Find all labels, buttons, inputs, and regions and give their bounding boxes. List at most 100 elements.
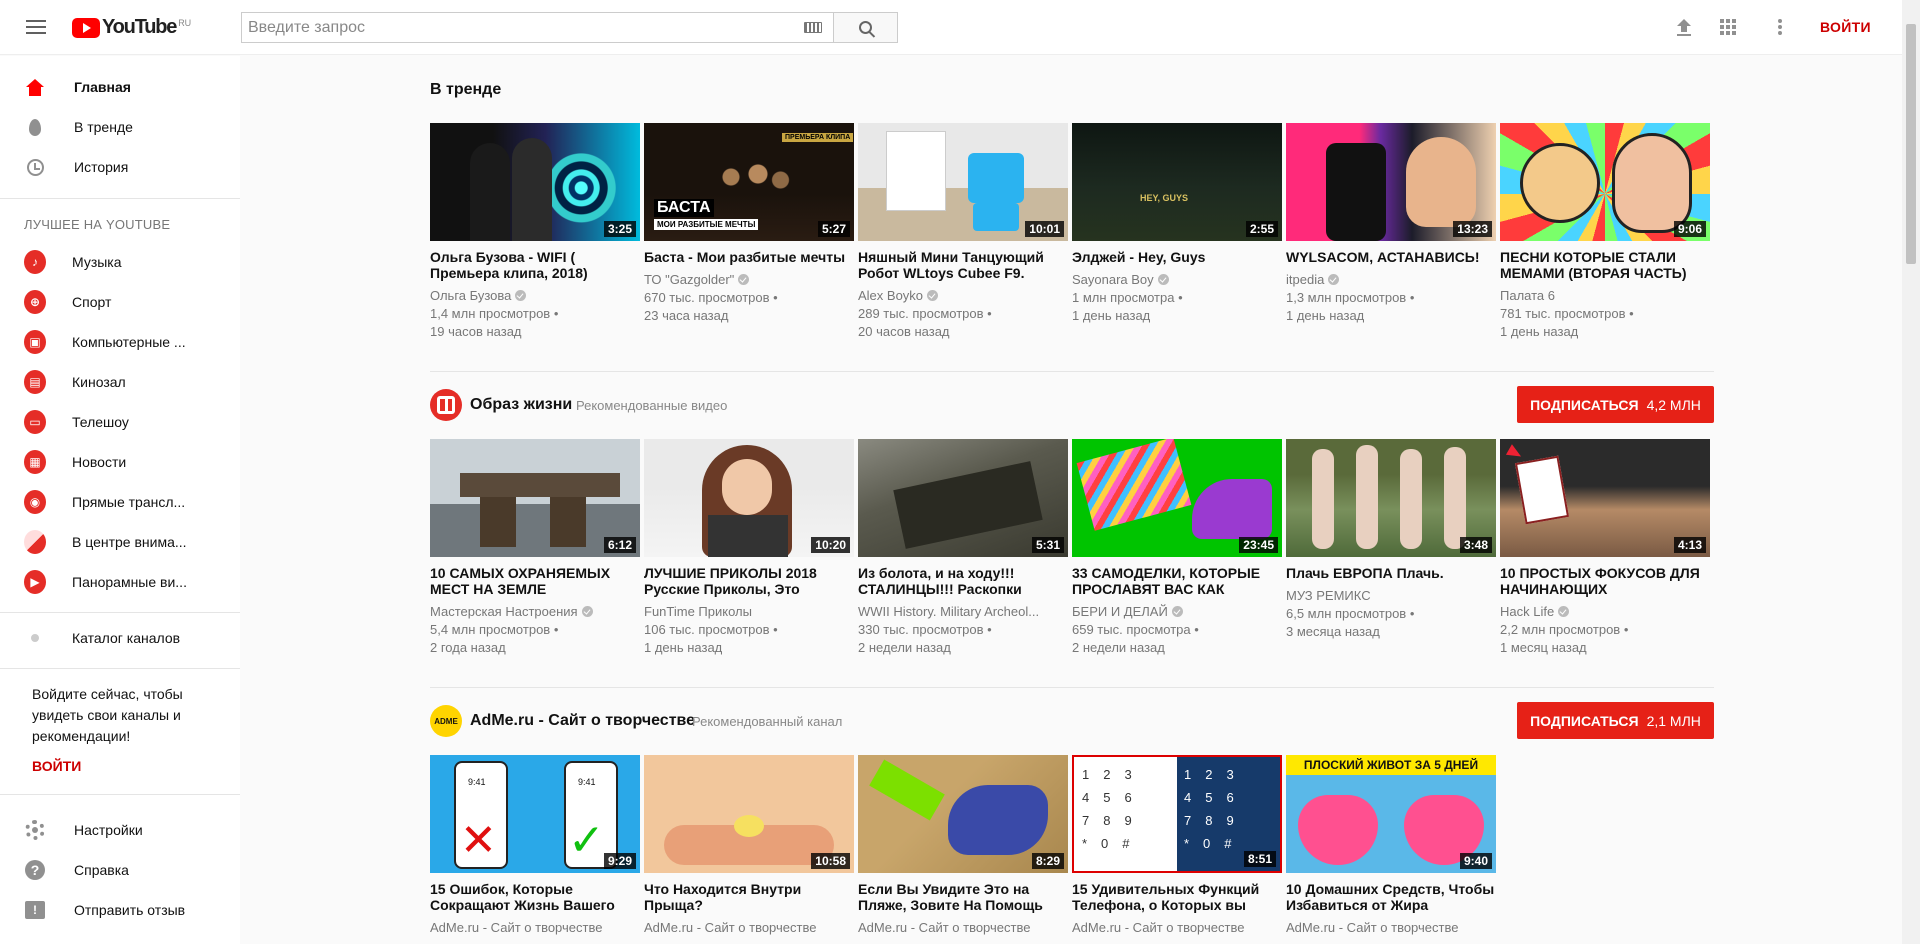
video-card[interactable]: 10:20 ЛУЧШИЕ ПРИКОЛЫ 2018 Русские Прикол… — [644, 439, 854, 657]
channel-avatar[interactable] — [430, 389, 462, 421]
video-card[interactable]: 9:41 9:41 ✕ ✓ 9:29 15 Ошибок, Которые Со… — [430, 755, 640, 937]
video-card[interactable]: HEY, GUYS 2:55 Элджей - Hey, Guys Sayona… — [1072, 123, 1282, 325]
sidebar-item-sport[interactable]: ⊕ Спорт — [0, 282, 240, 322]
channel-name[interactable]: AdMe.ru - Сайт о творчестве — [858, 920, 1030, 935]
keyboard-icon[interactable] — [804, 22, 822, 33]
sidebar-item-news[interactable]: ▦ Новости — [0, 442, 240, 482]
video-thumbnail[interactable]: 23:45 — [1072, 439, 1282, 557]
video-card[interactable]: 3:48 Плачь ЕВРОПА Плачь. МУЗ РЕМИКС 6,5 … — [1286, 439, 1496, 641]
channel-name[interactable]: Sayonara Boy — [1072, 272, 1154, 287]
video-thumbnail[interactable]: ПРЕМЬЕРА КЛИПА БАСТА МОИ РАЗБИТЫЕ МЕЧТЫ … — [644, 123, 854, 241]
sidebar-signin-link[interactable]: ВОЙТИ — [32, 758, 81, 774]
video-thumbnail[interactable]: 5:31 — [858, 439, 1068, 557]
video-card[interactable]: 13:23 WYLSACOM, АСТАНАВИСЬ! itpedia 1,3 … — [1286, 123, 1496, 325]
channel-name[interactable]: FunTime Приколы — [644, 604, 752, 619]
video-card[interactable]: 123 456 789 *0# 123 456 789 *0# 8:51 15 Удивит… — [1072, 755, 1282, 937]
sidebar-item-help[interactable]: ? Справка — [0, 850, 240, 890]
channel-name[interactable]: AdMe.ru - Сайт о творчестве — [1072, 920, 1244, 935]
video-thumbnail[interactable]: 3:48 — [1286, 439, 1496, 557]
subscribe-button[interactable]: ПОДПИСАТЬСЯ 4,2 МЛН — [1517, 386, 1714, 423]
video-title[interactable]: ПЕСНИ КОТОРЫЕ СТАЛИ МЕМАМИ (ВТОРАЯ ЧАСТЬ… — [1500, 249, 1710, 281]
video-title[interactable]: Няшный Мини Танцующий Робот WLtoys Cubee… — [858, 249, 1068, 281]
video-title[interactable]: 10 Домашних Средств, Чтобы Избавиться от… — [1286, 881, 1496, 913]
video-title[interactable]: Если Вы Увидите Это на Пляже, Зовите На … — [858, 881, 1068, 913]
video-title[interactable]: 15 Ошибок, Которые Сокращают Жизнь Вашег… — [430, 881, 640, 913]
menu-icon[interactable] — [24, 17, 48, 37]
video-thumbnail[interactable]: 123 456 789 *0# 123 456 789 *0# 8:51 — [1072, 755, 1282, 873]
youtube-logo[interactable]: YouTube RU — [72, 16, 191, 39]
video-card[interactable]: 9:06 ПЕСНИ КОТОРЫЕ СТАЛИ МЕМАМИ (ВТОРАЯ … — [1500, 123, 1710, 341]
sidebar-item-gaming[interactable]: ▣ Компьютерные ... — [0, 322, 240, 362]
video-title[interactable]: 10 САМЫХ ОХРАНЯЕМЫХ МЕСТ НА ЗЕМЛЕ — [430, 565, 640, 597]
sidebar-item-catalog[interactable]: Каталог каналов — [0, 618, 240, 658]
video-title[interactable]: Элджей - Hey, Guys — [1072, 249, 1282, 265]
channel-name[interactable]: БЕРИ И ДЕЛАЙ — [1072, 604, 1168, 619]
channel-name[interactable]: itpedia — [1286, 272, 1324, 287]
video-thumbnail[interactable]: 10:01 — [858, 123, 1068, 241]
sidebar-item-feedback[interactable]: ! Отправить отзыв — [0, 890, 240, 930]
search-input[interactable] — [242, 13, 804, 42]
channel-name[interactable]: Мастерская Настроения — [430, 604, 578, 619]
sidebar-item-tv[interactable]: ▭ Телешоу — [0, 402, 240, 442]
video-title[interactable]: ЛУЧШИЕ ПРИКОЛЫ 2018 Русские Приколы, Это — [644, 565, 854, 597]
video-card[interactable]: 10:01 Няшный Мини Танцующий Робот WLtoys… — [858, 123, 1068, 341]
video-title[interactable]: 33 САМОДЕЛКИ, КОТОРЫЕ ПРОСЛАВЯТ ВАС КАК — [1072, 565, 1282, 597]
video-card[interactable]: 5:31 Из болота, и на ходу!!! СТАЛИНЦЫ!!!… — [858, 439, 1068, 657]
sidebar-item-home[interactable]: Главная — [0, 67, 240, 107]
video-title[interactable]: Плачь ЕВРОПА Плачь. — [1286, 565, 1496, 581]
video-thumbnail[interactable]: 9:41 9:41 ✕ ✓ 9:29 — [430, 755, 640, 873]
sidebar-item-settings[interactable]: Настройки — [0, 810, 240, 850]
shelf-title[interactable]: В тренде — [430, 81, 501, 99]
apps-grid-icon[interactable] — [1720, 19, 1736, 35]
channel-name[interactable]: Палата 6 — [1500, 288, 1555, 303]
channel-name[interactable]: AdMe.ru - Сайт о творчестве — [1286, 920, 1458, 935]
sidebar-item-trending[interactable]: В тренде — [0, 107, 240, 147]
channel-name[interactable]: Alex Boyko — [858, 288, 923, 303]
channel-name[interactable]: AdMe.ru - Сайт о творчестве — [430, 920, 602, 935]
subscribe-button[interactable]: ПОДПИСАТЬСЯ 2,1 МЛН — [1517, 702, 1714, 739]
video-thumbnail[interactable]: ПЛОСКИЙ ЖИВОТ ЗА 5 ДНЕЙ 9:40 — [1286, 755, 1496, 873]
video-thumbnail[interactable]: 8:29 — [858, 755, 1068, 873]
shelf-title[interactable]: Образ жизни — [470, 396, 572, 414]
video-title[interactable]: Баста - Мои разбитые мечты — [644, 249, 854, 265]
video-card[interactable]: ПРЕМЬЕРА КЛИПА БАСТА МОИ РАЗБИТЫЕ МЕЧТЫ … — [644, 123, 854, 325]
sidebar-item-music[interactable]: ♪ Музыка — [0, 242, 240, 282]
upload-icon[interactable] — [1672, 15, 1696, 39]
video-title[interactable]: Что Находится Внутри Прыща? — [644, 881, 854, 913]
video-card[interactable]: 6:12 10 САМЫХ ОХРАНЯЕМЫХ МЕСТ НА ЗЕМЛЕ М… — [430, 439, 640, 657]
page-scrollbar[interactable] — [1902, 0, 1920, 944]
search-button[interactable] — [833, 12, 898, 43]
video-thumbnail[interactable]: 4:13 — [1500, 439, 1710, 557]
video-card[interactable]: 23:45 33 САМОДЕЛКИ, КОТОРЫЕ ПРОСЛАВЯТ ВА… — [1072, 439, 1282, 657]
channel-name[interactable]: ТО "Gazgolder" — [644, 272, 734, 287]
sidebar-item-history[interactable]: История — [0, 147, 240, 187]
video-thumbnail[interactable]: 3:25 — [430, 123, 640, 241]
video-thumbnail[interactable]: 13:23 — [1286, 123, 1496, 241]
sidebar-item-live[interactable]: ◉ Прямые трансл... — [0, 482, 240, 522]
video-card[interactable]: ПЛОСКИЙ ЖИВОТ ЗА 5 ДНЕЙ 9:40 10 Домашних… — [1286, 755, 1496, 937]
shelf-title[interactable]: AdMe.ru - Сайт о творчестве — [470, 712, 695, 730]
video-title[interactable]: 15 Удивительных Функций Телефона, о Кото… — [1072, 881, 1282, 913]
signin-button[interactable]: ВОЙТИ — [1820, 19, 1871, 35]
video-thumbnail[interactable]: 6:12 — [430, 439, 640, 557]
channel-name[interactable]: WWII History. Military Archeol... — [858, 604, 1039, 619]
channel-name[interactable]: МУЗ РЕМИКС — [1286, 588, 1371, 603]
channel-avatar[interactable]: ADME — [430, 705, 462, 737]
scrollbar-thumb[interactable] — [1906, 24, 1916, 264]
video-title[interactable]: WYLSACOM, АСТАНАВИСЬ! — [1286, 249, 1496, 265]
video-card[interactable]: 4:13 10 ПРОСТЫХ ФОКУСОВ ДЛЯ НАЧИНАЮЩИХ H… — [1500, 439, 1710, 657]
video-card[interactable]: 10:58 Что Находится Внутри Прыща? AdMe.r… — [644, 755, 854, 937]
channel-name[interactable]: Ольга Бузова — [430, 288, 511, 303]
sidebar-item-movies[interactable]: ▤ Кинозал — [0, 362, 240, 402]
video-thumbnail[interactable]: 10:58 — [644, 755, 854, 873]
video-thumbnail[interactable]: 10:20 — [644, 439, 854, 557]
sidebar-item-360[interactable]: ▶ Панорамные ви... — [0, 562, 240, 602]
video-card[interactable]: 8:29 Если Вы Увидите Это на Пляже, Зовит… — [858, 755, 1068, 937]
channel-name[interactable]: AdMe.ru - Сайт о творчестве — [644, 920, 816, 935]
video-thumbnail[interactable]: 9:06 — [1500, 123, 1710, 241]
channel-name[interactable]: Hack Life — [1500, 604, 1554, 619]
video-card[interactable]: 3:25 Ольга Бузова - WIFI ( Премьера клип… — [430, 123, 640, 341]
video-title[interactable]: 10 ПРОСТЫХ ФОКУСОВ ДЛЯ НАЧИНАЮЩИХ — [1500, 565, 1710, 597]
video-title[interactable]: Ольга Бузова - WIFI ( Премьера клипа, 20… — [430, 249, 640, 281]
video-title[interactable]: Из болота, и на ходу!!! СТАЛИНЦЫ!!! Раск… — [858, 565, 1068, 597]
